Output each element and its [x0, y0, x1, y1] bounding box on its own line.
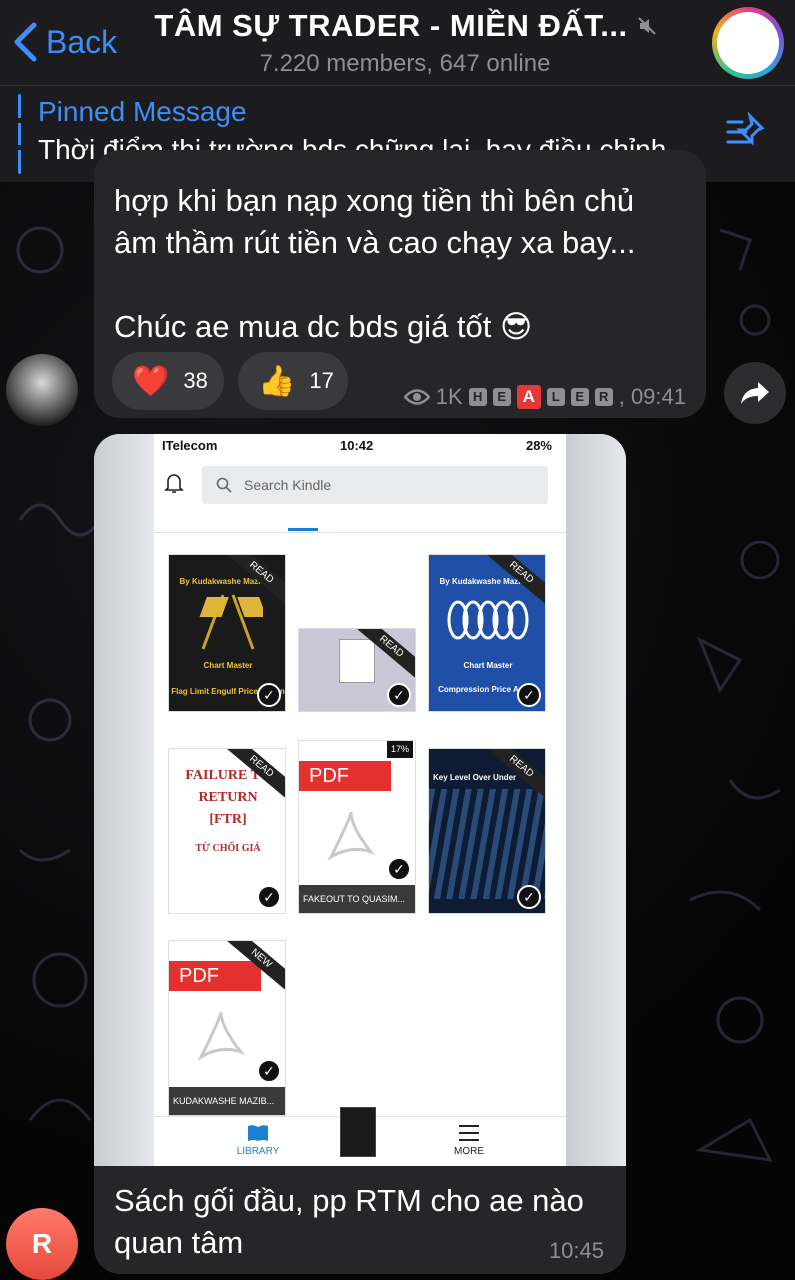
chat-subtitle: 7.220 members, 647 online: [259, 50, 551, 77]
sender-avatar-initial[interactable]: R: [6, 1208, 78, 1280]
book-title-line: [FTR]: [209, 812, 247, 827]
book-cover: Key Level Over Under READ ✓: [428, 748, 546, 914]
phone-clock: 10:42: [340, 438, 374, 453]
bell-icon: [164, 474, 184, 493]
book-subtitle: TỪ CHỐI GIÁ: [195, 843, 261, 854]
reaction-thumbs-up[interactable]: 👍 17: [238, 352, 348, 410]
back-button[interactable]: Back: [12, 20, 117, 64]
share-arrow-icon: [741, 382, 769, 404]
message-line: âm thầm rút tiền và cao chạy xa bay...: [114, 225, 636, 260]
nav-more-label: MORE: [454, 1146, 484, 1157]
book-caption: KUDAKWASHE MAZIB...: [169, 1087, 285, 1115]
acrobat-icon: [197, 1011, 246, 1061]
book-cover: By Kudakwashe Mazibisa Chart Master Flag…: [168, 554, 286, 712]
chat-title-area[interactable]: TÂM SỰ TRADER - MIỀN ĐẤT... 7.220 member…: [150, 8, 660, 78]
book-series: Chart Master: [463, 661, 513, 670]
checkmark-icon: ✓: [257, 885, 281, 909]
phone-status-bar: ITelecom 10:42 28%: [154, 434, 566, 460]
back-label: Back: [46, 23, 118, 60]
menu-icon: [459, 1125, 479, 1141]
photo-blur-left: [94, 434, 154, 1166]
book-cover: By Kudakwashe Mazibisa Chart Master Comp…: [428, 554, 546, 712]
nav-library: LIBRARY: [230, 1123, 286, 1157]
pdf-label: PDF: [299, 761, 391, 791]
message-time: 10:45: [548, 1238, 604, 1263]
photo-blur-right: [566, 434, 626, 1166]
checkered-flags-icon: [199, 594, 263, 650]
forward-button[interactable]: [724, 362, 786, 424]
checkmark-icon: ✓: [257, 683, 281, 707]
signature-letter: H: [468, 388, 487, 406]
nav-more: MORE: [444, 1123, 494, 1157]
checkmark-icon: ✓: [517, 683, 541, 707]
signature-letter: E: [492, 388, 511, 406]
heart-icon: ❤️: [132, 364, 170, 398]
current-book-thumbnail: [340, 1107, 376, 1157]
search-placeholder: Search Kindle: [244, 477, 332, 493]
message-line: hợp khi bạn nạp xong tiền thì bên chủ: [114, 183, 635, 218]
reaction-count: 17: [309, 368, 334, 393]
channel-avatar[interactable]: [712, 7, 784, 79]
kindle-search-bar: Search Kindle: [202, 466, 548, 504]
checkmark-icon: ✓: [387, 683, 411, 707]
progress-badge: 17%: [387, 741, 413, 758]
checkmark-icon: ✓: [387, 857, 411, 881]
nav-library-label: LIBRARY: [236, 1146, 280, 1157]
signature-letter: A: [516, 385, 541, 409]
caption-line: Sách gối đầu, pp RTM cho ae nào: [114, 1183, 584, 1218]
attached-photo[interactable]: ITelecom 10:42 28% Search Kindle By Kuda…: [94, 434, 626, 1166]
signature-letter: L: [546, 388, 565, 406]
message-meta: 1K H E A L E R , 09:41: [403, 384, 686, 410]
book-title-line: RETURN: [198, 790, 258, 805]
checkmark-icon: ✓: [517, 885, 541, 909]
message-time: , 09:41: [618, 384, 686, 409]
photo-caption: Sách gối đầu, pp RTM cho ae nào quan tâm: [114, 1180, 614, 1264]
message-line: Chúc ae mua dc bds giá tốt 😎: [114, 309, 533, 344]
thumbs-up-icon: 👍: [258, 364, 296, 398]
book-open-icon: [248, 1125, 268, 1141]
acrobat-icon: [327, 811, 376, 861]
divider: [154, 532, 566, 533]
book-thumb: [339, 639, 375, 683]
pinned-title: Pinned Message: [38, 96, 247, 127]
muted-icon: [637, 17, 656, 35]
signature-letter: E: [570, 388, 589, 406]
book-series: Chart Master: [203, 661, 253, 670]
message-bubble[interactable]: hợp khi bạn nạp xong tiền thì bên chủ âm…: [94, 150, 706, 418]
message-bubble-photo[interactable]: ITelecom 10:42 28% Search Kindle By Kuda…: [94, 434, 626, 1274]
reaction-count: 38: [183, 368, 208, 393]
kindle-bottom-nav: LIBRARY MORE: [154, 1107, 566, 1166]
carrier-label: ITelecom: [162, 438, 218, 453]
reaction-heart[interactable]: ❤️ 38: [112, 352, 224, 410]
chevron-left-icon: [14, 22, 37, 62]
signature-letter: R: [594, 388, 613, 406]
book-art: [429, 789, 545, 899]
book-cover: PDF NEW ✓ KUDAKWASHE MAZIB...: [168, 940, 286, 1116]
checkmark-icon: ✓: [257, 1059, 281, 1083]
spring-icon: [447, 600, 529, 640]
book-cover: PDF 17% ✓ FAKEOUT TO QUASIM...: [298, 740, 416, 914]
pdf-label: PDF: [169, 961, 261, 991]
search-icon: [216, 477, 232, 493]
chat-title: TÂM SỰ TRADER - MIỀN ĐẤT...: [154, 8, 628, 43]
sender-avatar[interactable]: [6, 354, 78, 426]
battery-label: 28%: [525, 438, 552, 453]
eye-icon: [403, 389, 430, 405]
tab-indicator: [288, 528, 318, 531]
chat-header: Back TÂM SỰ TRADER - MIỀN ĐẤT... 7.220 m…: [0, 0, 795, 86]
book-cover: FAILURE TO RETURN [FTR] TỪ CHỐI GIÁ READ…: [168, 748, 286, 914]
kindle-screenshot: ITelecom 10:42 28% Search Kindle By Kuda…: [154, 434, 566, 1166]
pinned-list-icon[interactable]: [724, 112, 768, 152]
book-caption: FAKEOUT TO QUASIM...: [299, 885, 415, 913]
pinned-indicator: [18, 94, 21, 174]
caption-line: quan tâm: [114, 1225, 244, 1260]
book-cover: READ ✓: [298, 628, 416, 712]
view-count: 1K: [435, 384, 463, 409]
